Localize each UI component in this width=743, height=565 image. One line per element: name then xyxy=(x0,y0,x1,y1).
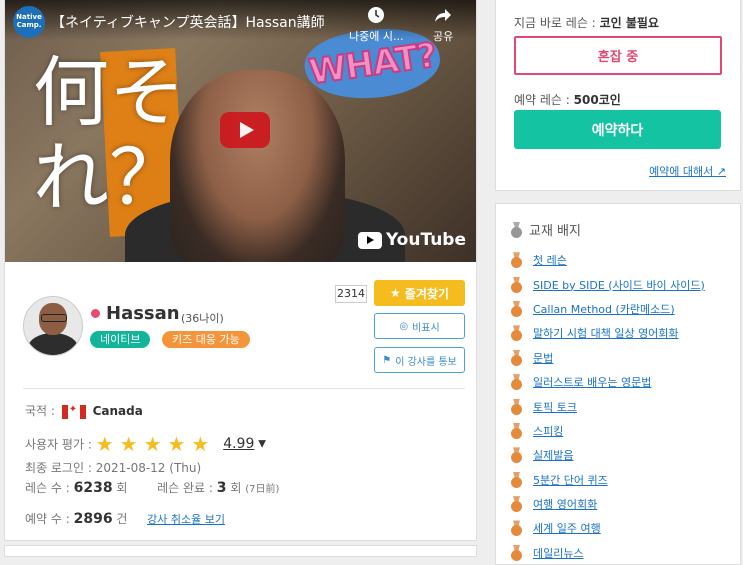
watch-later-button[interactable]: 나중에 시... xyxy=(349,6,403,44)
caret-down-icon[interactable]: ▼ xyxy=(258,439,266,450)
badge-item: 일러스트로 배우는 영문법 xyxy=(510,370,705,394)
clock-icon xyxy=(368,7,385,23)
cancel-rate-link[interactable]: 강사 취소율 보기 xyxy=(147,513,225,526)
medal-icon xyxy=(510,423,523,439)
next-card-edge xyxy=(4,545,477,557)
favorite-button[interactable]: ★ 즐겨찾기 xyxy=(374,280,465,306)
medal-icon xyxy=(510,545,523,561)
share-button[interactable]: 공유 xyxy=(433,6,453,44)
tag-kids: 키즈 대응 가능 xyxy=(162,331,250,348)
medal-icon xyxy=(510,447,523,464)
badge-item: 문법 xyxy=(510,346,705,370)
profile-divider xyxy=(23,388,465,389)
rating-stars-icon: ★★★★★ xyxy=(95,432,216,456)
teacher-age: (36나이) xyxy=(181,312,224,325)
video-overlay-text-1: 何そ xyxy=(33,48,185,137)
watch-later-label: 나중에 시... xyxy=(349,30,404,43)
badge-header-medal-icon xyxy=(510,222,523,238)
booking-card: 지금 바로 레슨 : 코인 불필요 혼잡 중 예약 레슨 : 500코인 예약하… xyxy=(495,0,741,191)
badge-item: SIDE by SIDE (사이드 바이 사이드) xyxy=(510,272,705,296)
badge-item: 첫 레슨 xyxy=(510,248,705,272)
badge-item: 스피킹 xyxy=(510,419,705,443)
reserve-button[interactable]: 예약하다 xyxy=(514,110,721,149)
eye-slash-icon: ◎ xyxy=(399,320,409,332)
badge-item: 데일리뉴스 xyxy=(510,541,705,565)
star-icon: ★ xyxy=(390,286,401,300)
badge-item: 세계 일주 여행 xyxy=(510,516,705,540)
rating-value-link[interactable]: 4.99 xyxy=(223,436,254,452)
medal-icon xyxy=(510,520,523,537)
reserve-lesson-row: 예약 레슨 : 500코인 xyxy=(514,93,621,107)
canada-flag-icon xyxy=(61,404,86,419)
badge-item: 5분간 단어 퀴즈 xyxy=(510,468,705,492)
online-status-dot xyxy=(91,309,100,318)
play-button[interactable] xyxy=(220,112,270,148)
reservations-row: 예약 수 : 2896 건 강사 취소율 보기 xyxy=(25,511,225,527)
medal-icon xyxy=(510,399,523,415)
rating-row: 사용자 평가 : ★★★★★ 4.99 ▼ xyxy=(25,432,266,456)
medal-icon xyxy=(510,325,523,342)
busy-button[interactable]: 혼잡 중 xyxy=(514,36,722,75)
lesson-stats-row: 레슨 수 : 6238 회 레슨 완료 : 3 회 (7日前) xyxy=(25,480,280,496)
badge-item: 토픽 토크 xyxy=(510,394,705,418)
badge-item: 여행 영어회화 xyxy=(510,492,705,516)
intro-video[interactable]: 何そ れ？ WHAT? Native Camp. 【ネイティブキャンプ英会話】H… xyxy=(5,0,476,262)
favorite-count: 2314 xyxy=(335,285,367,303)
share-icon xyxy=(435,9,452,22)
share-label: 공유 xyxy=(433,30,454,43)
instant-lesson-row: 지금 바로 레슨 : 코인 불필요 xyxy=(514,16,659,30)
last-login-row: 최종 로그인 : 2021-08-12 (Thu) xyxy=(25,461,202,475)
medal-icon xyxy=(510,496,523,513)
teacher-avatar xyxy=(23,296,83,356)
video-person xyxy=(170,70,345,262)
teacher-profile-card: 何そ れ？ WHAT? Native Camp. 【ネイティブキャンプ英会話】H… xyxy=(4,0,477,541)
hide-button[interactable]: ◎ 비표시 xyxy=(374,313,465,339)
medal-icon xyxy=(510,472,523,488)
medal-icon xyxy=(510,374,523,391)
tag-native: 네이티브 xyxy=(90,331,151,348)
about-reservation-link[interactable]: 예약에 대해서 ↗ xyxy=(649,163,726,179)
medal-icon xyxy=(510,350,523,366)
flag-icon: ⚑ xyxy=(382,354,392,366)
channel-logo[interactable]: Native Camp. xyxy=(13,6,45,38)
badge-item: 실제발음 xyxy=(510,443,705,467)
badge-section-title: 교재 배지 xyxy=(510,220,581,239)
badge-list: 첫 레슨 SIDE by SIDE (사이드 바이 사이드) Callan Me… xyxy=(510,248,705,565)
medal-icon xyxy=(510,277,523,293)
external-link-icon: ↗ xyxy=(716,165,726,178)
report-button[interactable]: ⚑ 이 강사를 통보 xyxy=(374,347,465,373)
badge-item: Callan Method (카란메소드) xyxy=(510,297,705,321)
youtube-icon xyxy=(357,231,382,249)
badge-item: 말하기 시험 대책 일상 영어회화 xyxy=(510,321,705,345)
youtube-logo[interactable]: YouTube xyxy=(357,230,466,250)
medal-icon xyxy=(510,252,523,269)
medal-icon xyxy=(510,301,523,317)
teacher-name: Hassan xyxy=(106,303,180,324)
video-overlay-text-2: れ？ xyxy=(33,133,185,222)
badge-card: 교재 배지 첫 레슨 SIDE by SIDE (사이드 바이 사이드) Cal… xyxy=(495,203,741,565)
nationality-row: 국적 : Canada xyxy=(25,402,143,419)
video-title[interactable]: 【ネイティブキャンプ英会話】Hassan講師 xyxy=(51,12,325,32)
